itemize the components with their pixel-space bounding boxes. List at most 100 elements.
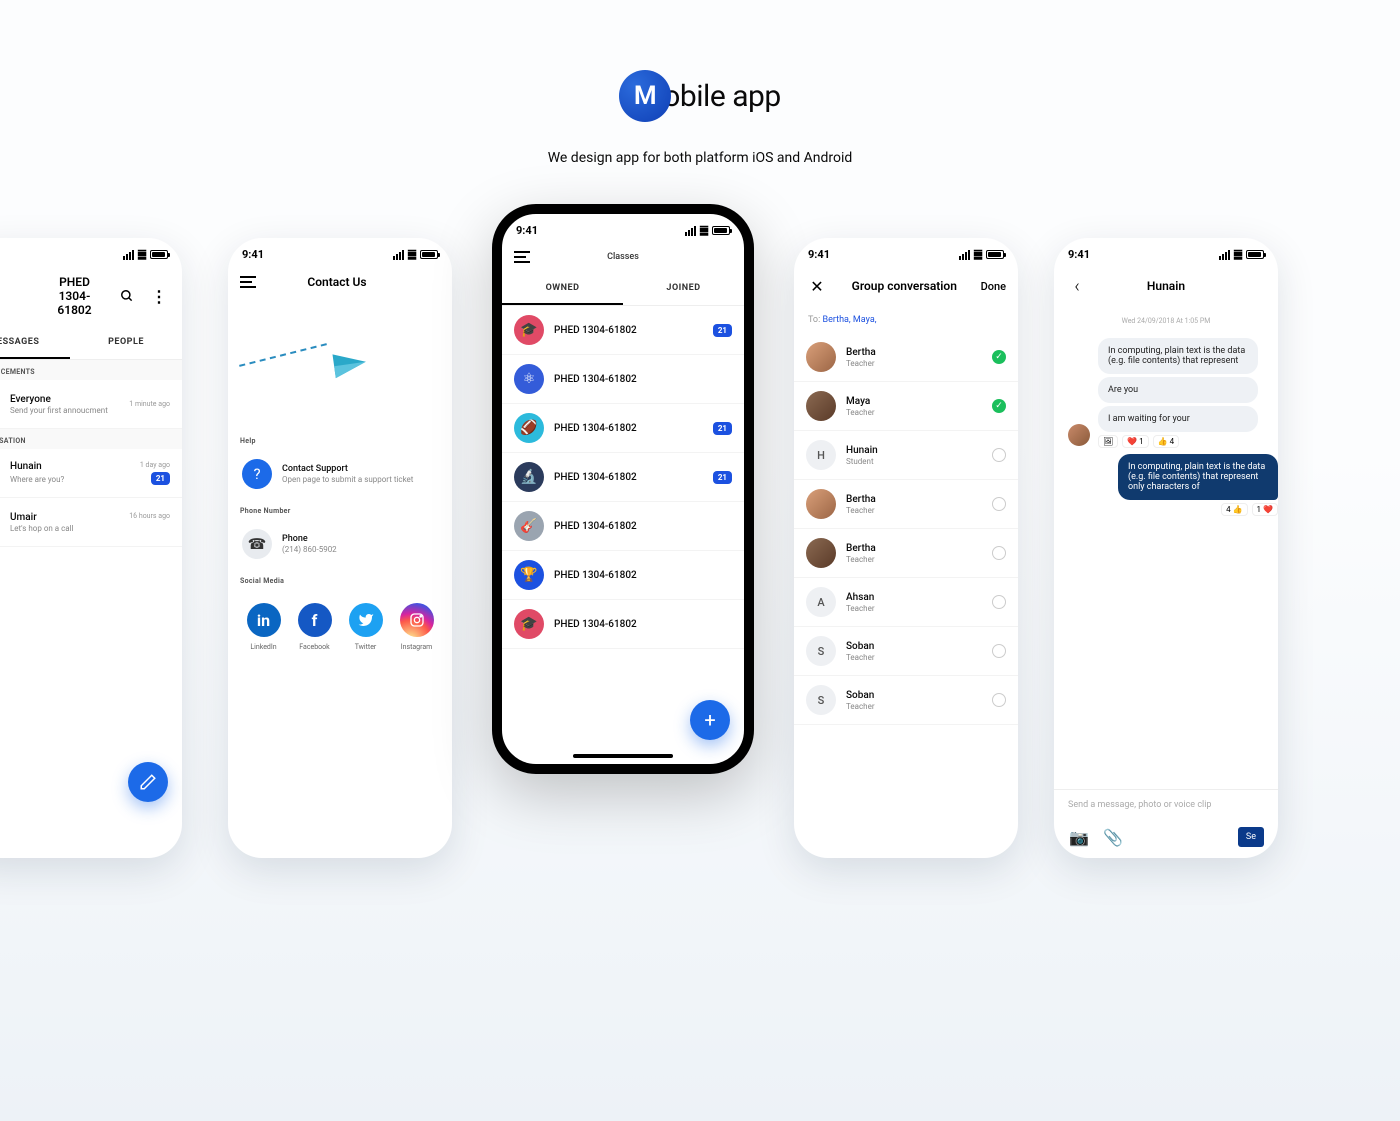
contact-role: Teacher xyxy=(846,506,982,515)
recipients-field[interactable]: To: Bertha, Maya, xyxy=(794,307,1018,333)
message-input[interactable]: Send a message, photo or voice clip xyxy=(1054,790,1278,820)
contact-item[interactable]: MayaTeacher✓ xyxy=(794,382,1018,431)
radio-unselected xyxy=(992,497,1006,511)
instagram-icon xyxy=(400,603,434,637)
menu-icon[interactable] xyxy=(240,276,256,288)
class-item[interactable]: 🔬PHED 1304-6180221 xyxy=(502,453,744,502)
attachment-icon[interactable]: 📎 xyxy=(1102,826,1124,848)
graduation-icon: 🎓 xyxy=(514,315,544,345)
item-subtitle: Open page to submit a support ticket xyxy=(282,475,438,484)
tab-joined[interactable]: JOINED xyxy=(623,273,744,305)
facebook-link[interactable]: fFacebook xyxy=(298,603,332,651)
compose-fab[interactable] xyxy=(128,762,168,802)
contact-item[interactable]: BerthaTeacher xyxy=(794,529,1018,578)
logo-text: obile app xyxy=(663,79,780,114)
radio-unselected xyxy=(992,595,1006,609)
thumb-reaction[interactable]: 👍 4 xyxy=(1153,435,1179,448)
contact-item[interactable]: AAhsanTeacher xyxy=(794,578,1018,627)
avatar xyxy=(806,391,836,421)
contact-item[interactable]: SSobanTeacher xyxy=(794,627,1018,676)
section-conversation: CONVERSATION xyxy=(0,429,182,449)
tab-messages[interactable]: MESSAGES xyxy=(0,327,70,359)
conversation-item[interactable]: Hunain1 day ago Where are you?21 xyxy=(0,449,182,498)
guitar-icon: 🎸 xyxy=(514,511,544,541)
contact-item[interactable]: BerthaTeacher xyxy=(794,480,1018,529)
camera-icon[interactable]: 📷 xyxy=(1068,826,1090,848)
message-reactions[interactable]: 🖼 ❤️ 1 👍 4 xyxy=(1098,435,1278,448)
selected-check-icon: ✓ xyxy=(992,399,1006,413)
item-subtitle: Let's hop on a call xyxy=(10,524,170,533)
phone-icon: ☎ xyxy=(242,529,272,559)
item-subtitle: Send your first annoucment xyxy=(10,406,119,415)
back-icon[interactable]: ‹ xyxy=(1066,275,1088,297)
social-label: Twitter xyxy=(349,643,383,651)
radio-unselected xyxy=(992,546,1006,560)
class-label: PHED 1304-61802 xyxy=(554,619,732,630)
class-item[interactable]: 🎓PHED 1304-61802 xyxy=(502,600,744,649)
message-incoming: Are you xyxy=(1098,377,1258,403)
search-icon[interactable] xyxy=(116,285,138,307)
to-label: To: xyxy=(808,315,820,325)
add-fab[interactable]: + xyxy=(690,700,730,740)
hero-section: M obile app We design app for both platf… xyxy=(0,0,1400,166)
section-help: Help xyxy=(228,429,452,449)
item-time: 16 hours ago xyxy=(129,512,170,523)
class-item[interactable]: 🏆PHED 1304-61802 xyxy=(502,551,744,600)
message-reactions[interactable]: 4 👍 1 ❤️ xyxy=(1054,503,1278,516)
more-icon[interactable]: ⋮ xyxy=(148,285,170,307)
contact-item[interactable]: BerthaTeacher✓ xyxy=(794,333,1018,382)
contact-role: Teacher xyxy=(846,604,982,613)
class-item[interactable]: ⚛PHED 1304-61802 xyxy=(502,355,744,404)
class-item[interactable]: 🏈PHED 1304-6180221 xyxy=(502,404,744,453)
gallery-reaction[interactable]: 🖼 xyxy=(1098,435,1118,448)
count-badge: 21 xyxy=(713,471,732,484)
contact-support-item[interactable]: ? Contact SupportOpen page to submit a s… xyxy=(228,449,452,499)
hero-subtitle: We design app for both platform iOS and … xyxy=(0,150,1400,166)
contact-item[interactable]: SSobanTeacher xyxy=(794,676,1018,725)
section-announcements: ANNOUNCEMENTS xyxy=(0,360,182,380)
home-indicator xyxy=(573,754,673,758)
thumb-reaction[interactable]: 4 👍 xyxy=(1221,503,1247,516)
contact-item[interactable]: HHunainStudent xyxy=(794,431,1018,480)
tab-people[interactable]: PEOPLE xyxy=(70,327,182,359)
close-icon[interactable]: ✕ xyxy=(806,275,828,297)
screen-messages: 9:41 ䷀ PHED 1304-61802 ⋮ MESSAGES PEOPLE… xyxy=(0,238,182,858)
class-item[interactable]: 🎓PHED 1304-6180221 xyxy=(502,306,744,355)
status-bar: 9:41 ䷀ xyxy=(0,238,182,265)
radio-unselected xyxy=(992,693,1006,707)
status-bar: 9:41 ䷀ xyxy=(502,214,744,241)
social-label: Facebook xyxy=(298,643,332,651)
class-item[interactable]: 🎸PHED 1304-61802 xyxy=(502,502,744,551)
page-title: Hunain xyxy=(1098,279,1234,293)
heart-reaction[interactable]: 1 ❤️ xyxy=(1252,503,1278,516)
social-label: Instagram xyxy=(400,643,434,651)
item-title: Contact Support xyxy=(282,464,438,474)
tab-owned[interactable]: OWNED xyxy=(502,273,623,305)
contact-role: Student xyxy=(846,457,982,466)
send-button[interactable]: Se xyxy=(1238,827,1264,847)
screen-contact: 9:41 ䷀ Contact Us Help ? Contact Support… xyxy=(228,238,452,858)
avatar: S xyxy=(806,685,836,715)
avatar xyxy=(1068,424,1090,446)
class-label: PHED 1304-61802 xyxy=(554,472,703,483)
trophy-icon: 🏆 xyxy=(514,560,544,590)
contact-role: Teacher xyxy=(846,653,982,662)
contact-name: Maya xyxy=(846,396,982,407)
atom-icon: ⚛ xyxy=(514,364,544,394)
phone-item[interactable]: ☎ Phone(214) 860-5902 xyxy=(228,519,452,569)
message-outgoing: In computing, plain text is the data (e.… xyxy=(1118,454,1278,500)
instagram-link[interactable]: Instagram xyxy=(400,603,434,651)
football-icon: 🏈 xyxy=(514,413,544,443)
done-button[interactable]: Done xyxy=(981,280,1006,293)
page-title: PHED 1304-61802 xyxy=(43,275,106,317)
heart-reaction[interactable]: ❤️ 1 xyxy=(1122,435,1148,448)
item-subtitle: Where are you? xyxy=(10,475,64,484)
conversation-item[interactable]: Umair16 hours ago Let's hop on a call xyxy=(0,498,182,547)
announcement-item[interactable]: 📢 Everyone Send your first annoucment 1 … xyxy=(0,380,182,429)
avatar xyxy=(806,489,836,519)
status-time: 9:41 xyxy=(808,248,830,261)
recipients: Bertha, Maya, xyxy=(822,315,876,325)
twitter-link[interactable]: Twitter xyxy=(349,603,383,651)
linkedin-link[interactable]: inLinkedIn xyxy=(247,603,281,651)
menu-icon[interactable] xyxy=(514,251,530,263)
